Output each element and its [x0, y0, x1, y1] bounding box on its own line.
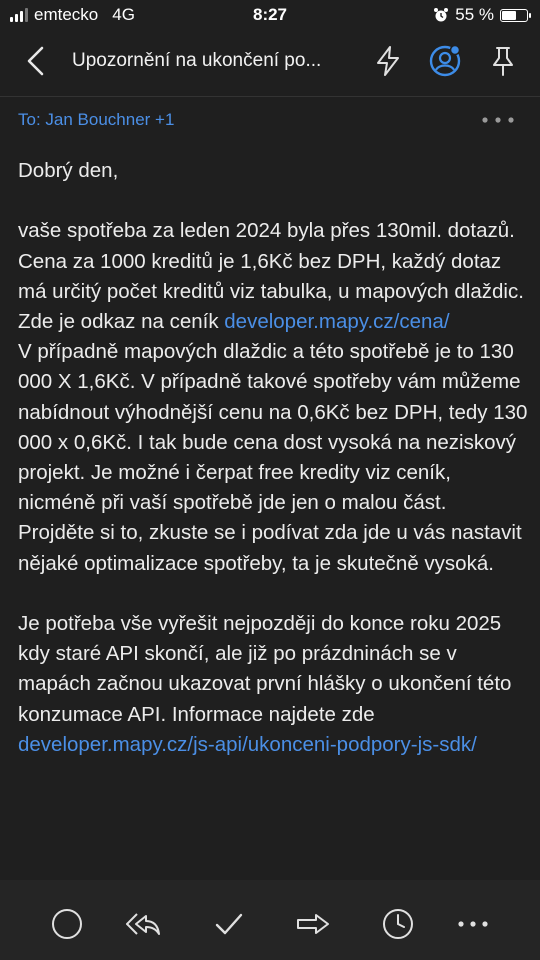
- paragraph-pricing: vaše spotřeba za leden 2024 byla přes 13…: [18, 216, 533, 337]
- mail-header: Upozornění na ukončení po...: [0, 30, 540, 94]
- back-chevron-icon[interactable]: [22, 44, 52, 78]
- paragraph-offer: V případně mapových dlaždic a této spotř…: [18, 340, 528, 515]
- bottom-toolbar: [0, 880, 540, 960]
- status-bar: emtecko 4G 8:27 55 %: [0, 0, 540, 30]
- battery-percent: 55 %: [455, 5, 494, 24]
- pricing-link[interactable]: developer.mapy.cz/cena/: [224, 310, 449, 333]
- more-actions-icon[interactable]: [453, 904, 493, 944]
- status-right: 55 %: [433, 5, 531, 25]
- email-body: Dobrý den, vaše spotřeba za leden 2024 b…: [18, 156, 533, 760]
- checkmark-icon[interactable]: [209, 904, 249, 944]
- paragraph-optimization: Projděte si to, zkuste se i podívat zda …: [18, 521, 522, 575]
- greeting: Dobrý den,: [18, 159, 119, 182]
- more-options-icon[interactable]: [480, 113, 516, 127]
- account-icon[interactable]: [428, 44, 462, 78]
- paragraph-deadline-text: Je potřeba vše vyřešit nejpozději do kon…: [18, 612, 512, 726]
- mark-unread-circle-icon[interactable]: [47, 904, 87, 944]
- lightning-icon[interactable]: [371, 44, 405, 78]
- paragraph-deadline: Je potřeba vše vyřešit nejpozději do kon…: [18, 609, 533, 760]
- header-divider: [0, 96, 540, 97]
- pin-icon[interactable]: [486, 44, 520, 78]
- forward-icon[interactable]: [292, 904, 332, 944]
- recipients-line[interactable]: To: Jan Bouchner +1: [18, 110, 174, 130]
- battery-icon: [500, 8, 531, 22]
- alarm-icon: [434, 8, 449, 22]
- info-link[interactable]: developer.mapy.cz/js-api/ukonceni-podpor…: [18, 733, 477, 756]
- reply-all-icon[interactable]: [122, 904, 162, 944]
- email-subject: Upozornění na ukončení po...: [72, 50, 322, 71]
- snooze-clock-icon[interactable]: [378, 904, 418, 944]
